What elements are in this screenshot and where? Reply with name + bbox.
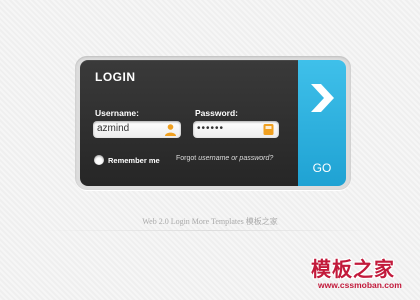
password-field[interactable]: ••••••	[193, 121, 279, 138]
password-value: ••••••	[197, 123, 225, 134]
username-field[interactable]: azmind	[93, 121, 181, 138]
forgot-prefix: Forgot	[176, 155, 199, 162]
login-title: LOGIN	[95, 70, 136, 84]
password-label: Password:	[195, 108, 238, 118]
remember-me-option[interactable]: Remember me	[94, 154, 160, 166]
username-value: azmind	[97, 123, 130, 134]
watermark-logo: 模板之家	[311, 259, 395, 281]
go-button[interactable]: GO	[298, 60, 346, 186]
forgot-link[interactable]: username or password?	[198, 155, 273, 162]
go-label: GO	[312, 161, 332, 175]
watermark-url: www.cssmoban.com	[318, 280, 402, 290]
lock-icon	[263, 124, 274, 135]
user-icon	[165, 124, 176, 136]
username-label: Username:	[95, 108, 139, 118]
remember-me-radio[interactable]	[94, 155, 104, 165]
remember-me-label: Remember me	[108, 155, 160, 165]
footer-divider	[40, 230, 380, 231]
footer-text: Web 2.0 Login More Templates 模板之家	[142, 217, 278, 226]
chevron-right-icon	[311, 84, 334, 112]
forgot-text: Forgot username or password?	[176, 155, 273, 162]
